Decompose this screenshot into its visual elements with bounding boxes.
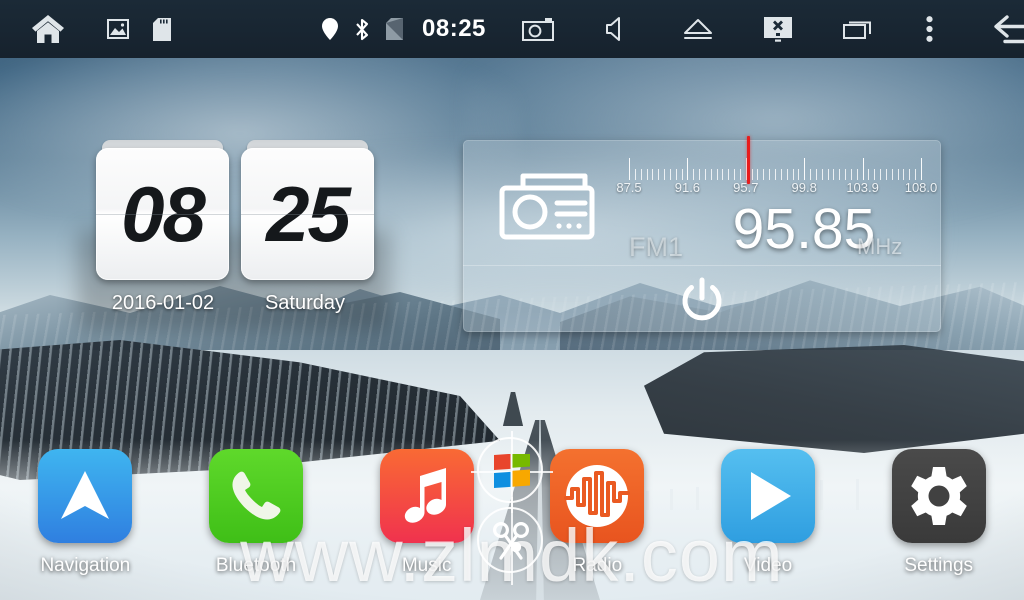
dock-item-navigation[interactable]: Navigation xyxy=(0,440,171,600)
navigation-arrow-icon[interactable] xyxy=(38,449,133,543)
dock-item-bluetooth[interactable]: Bluetooth xyxy=(171,440,342,600)
clock-hours-card: 08 xyxy=(96,140,229,280)
flip-clock-widget[interactable]: 08 25 2016-01-02 Saturday xyxy=(78,140,390,330)
tuning-needle xyxy=(746,136,750,184)
gallery-icon[interactable] xyxy=(96,0,140,58)
scale-ticks xyxy=(629,158,922,180)
app-dock: Navigation Bluetooth Music Radio Video S… xyxy=(0,440,1024,600)
recent-apps-icon[interactable] xyxy=(818,0,898,58)
overflow-menu-icon[interactable] xyxy=(898,0,962,58)
phone-handset-icon[interactable] xyxy=(209,449,303,543)
gear-icon[interactable] xyxy=(891,449,986,543)
dock-item-radio[interactable]: Radio xyxy=(512,440,683,600)
clock-date: 2016-01-02 xyxy=(111,292,215,314)
mute-icon[interactable] xyxy=(578,0,658,58)
location-icon xyxy=(314,0,346,58)
audio-waveform-icon[interactable] xyxy=(550,449,645,543)
dock-item-settings[interactable]: Settings xyxy=(853,440,1024,600)
bluetooth-icon xyxy=(346,0,378,58)
radio-band-label: FM1 xyxy=(629,232,683,262)
dock-label-navigation: Navigation xyxy=(40,555,131,576)
dock-label-radio: Radio xyxy=(572,555,623,576)
camera-icon[interactable] xyxy=(498,0,578,58)
clock-minutes: 25 xyxy=(266,170,351,258)
radio-divider xyxy=(463,265,941,266)
play-triangle-icon[interactable] xyxy=(721,449,816,543)
clock-hours: 08 xyxy=(121,170,206,258)
home-icon[interactable] xyxy=(0,0,96,58)
radio-widget[interactable]: 87.5 91.6 95.7 99.8 103.9 108.0 FM1 95.85 MHz xyxy=(463,136,941,332)
clock-weekday: Saturday xyxy=(264,292,346,314)
status-clock: 08:25 xyxy=(422,15,486,42)
home-screen: 08:25 08 25 2016-01-02 Saturday 87.5 91.… xyxy=(0,0,1024,600)
dock-item-video[interactable]: Video xyxy=(683,440,854,600)
radio-frequency-unit: MHz xyxy=(857,234,903,259)
music-note-icon[interactable] xyxy=(379,449,474,543)
screen-off-icon[interactable] xyxy=(738,0,818,58)
dock-label-music: Music xyxy=(401,555,452,576)
sd-card-icon[interactable] xyxy=(140,0,184,58)
dock-label-video: Video xyxy=(743,555,793,576)
dock-item-music[interactable]: Music xyxy=(341,440,512,600)
dock-label-bluetooth: Bluetooth xyxy=(215,555,297,576)
dock-label-settings: Settings xyxy=(904,555,974,576)
sim-card-icon xyxy=(378,0,410,58)
status-bar: 08:25 xyxy=(0,0,1024,58)
power-icon[interactable] xyxy=(679,277,725,328)
radio-icon xyxy=(499,166,595,245)
back-icon[interactable] xyxy=(962,0,1024,58)
clock-minutes-card: 25 xyxy=(241,140,374,280)
eject-icon[interactable] xyxy=(658,0,738,58)
